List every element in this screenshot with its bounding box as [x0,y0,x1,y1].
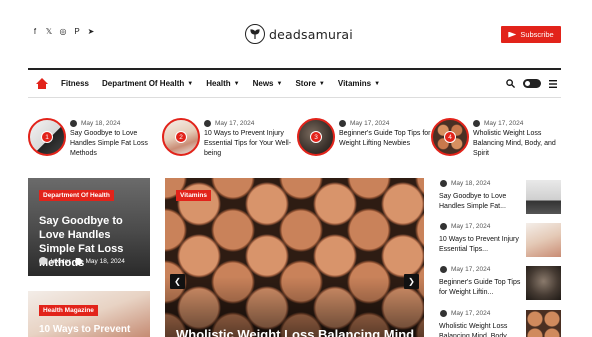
avatar [39,257,47,265]
nav-item-vitamins[interactable]: Vitamins ▼ [338,79,380,88]
ticker-number: 4 [444,131,456,143]
ticker-meta: May 18, 2024 [70,120,120,127]
ticker-number: 2 [175,131,187,143]
category-badge[interactable]: Health Magazine [39,305,98,316]
ticker-number: 1 [41,131,53,143]
ticker-title[interactable]: Beginner's Guide Top Tips for Weight Lif… [339,129,431,149]
menu-icon[interactable] [549,79,557,88]
dark-mode-toggle[interactable] [523,79,541,88]
clock-icon [440,266,447,273]
clock-icon [440,310,447,317]
post-meta: May 17, 2024 [440,310,490,317]
hero-title[interactable]: Wholistic Weight Loss Balancing Mind [176,327,424,337]
pinterest-icon[interactable]: P [73,28,81,36]
post-meta: May 18, 2024 [440,180,490,187]
chevron-down-icon: ▼ [318,80,325,87]
x-icon[interactable]: 𝕏 [45,28,53,36]
nav-item-fitness[interactable]: Fitness [61,79,89,88]
hero-slider[interactable]: Vitamins ❮ ❯ Wholistic Weight Loss Balan… [165,178,424,337]
nav-item-health[interactable]: Health ▼ [206,79,239,88]
site-logo[interactable]: deadsamurai [245,23,353,45]
ticker-number: 3 [310,131,322,143]
nav-item-news[interactable]: News ▼ [253,79,283,88]
chevron-down-icon: ▼ [276,80,283,87]
main-nav: Fitness Department Of Health ▼ Health ▼ Ne… [28,70,561,98]
ticker-title[interactable]: Wholistic Weight Loss Balancing Mind, Bo… [473,129,565,159]
ticker-item[interactable]: 3 May 17, 2024 Beginner's Guide Top Tips… [297,118,430,160]
ticker-item[interactable]: 1 May 18, 2024 Say Goodbye to Love Handl… [28,118,158,160]
category-badge[interactable]: Department Of Health [39,190,114,201]
facebook-icon[interactable]: f [31,28,39,36]
home-icon[interactable] [36,78,48,89]
featured-meta: lexutor May 18, 2024 [39,257,125,265]
ticker-item[interactable]: 2 May 17, 2024 10 Ways to Prevent Injury… [162,118,292,160]
featured-title[interactable]: 10 Ways to Prevent [39,324,130,335]
search-icon[interactable] [506,79,515,88]
post-title[interactable]: 10 Ways to Prevent Injury Essential Tips… [439,235,523,255]
list-item[interactable]: May 17, 2024 10 Ways to Prevent Injury E… [437,223,561,261]
ticker-meta: May 17, 2024 [473,120,523,127]
chevron-down-icon: ▼ [374,80,381,87]
list-item[interactable]: May 17, 2024 Wholistic Weight Loss Balan… [437,310,561,337]
post-title[interactable]: Wholistic Weight Loss Balancing Mind, Bo… [439,322,523,337]
clock-icon [70,120,77,127]
post-thumb [526,223,561,257]
post-title[interactable]: Beginner's Guide Top Tips for Weight Lif… [439,278,523,298]
subscribe-button[interactable]: Subscribe [501,26,561,43]
post-thumb [526,310,561,337]
leaf-logo-icon [245,24,265,44]
post-meta: May 17, 2024 [440,266,490,273]
play-icon [508,31,517,38]
clock-icon [74,257,82,265]
subscribe-label: Subscribe [520,30,554,39]
prev-arrow-icon[interactable]: ❮ [170,274,185,289]
category-badge[interactable]: Vitamins [176,190,211,201]
post-date: May 18, 2024 [85,257,125,265]
chevron-down-icon: ▼ [187,80,194,87]
ticker-meta: May 17, 2024 [204,120,254,127]
nav-item-department-of-health[interactable]: Department Of Health ▼ [102,79,193,88]
featured-card[interactable]: Health Magazine 10 Ways to Prevent [28,291,150,337]
post-thumb [526,180,561,214]
clock-icon [204,120,211,127]
ticker-meta: May 17, 2024 [339,120,389,127]
post-meta: May 17, 2024 [440,223,490,230]
clock-icon [440,223,447,230]
author-name[interactable]: lexutor [51,258,71,265]
clock-icon [339,120,346,127]
list-item[interactable]: May 18, 2024 Say Goodbye to Love Handles… [437,180,561,218]
ticker-title[interactable]: Say Goodbye to Love Handles Simple Fat L… [70,129,162,159]
post-thumb [526,266,561,300]
nav-item-store[interactable]: Store ▼ [295,79,324,88]
next-arrow-icon[interactable]: ❯ [404,274,419,289]
instagram-icon[interactable]: ◎ [59,28,67,36]
ticker-title[interactable]: 10 Ways to Prevent Injury Essential Tips… [204,129,296,159]
featured-card[interactable]: Department Of Health Say Goodbye to Love… [28,178,150,276]
ticker-item[interactable]: 4 May 17, 2024 Wholistic Weight Loss Bal… [431,118,561,160]
chevron-down-icon: ▼ [233,80,240,87]
clock-icon [473,120,480,127]
post-title[interactable]: Say Goodbye to Love Handles Simple Fat..… [439,192,523,212]
clock-icon [440,180,447,187]
logo-text: deadsamurai [269,26,353,42]
telegram-icon[interactable]: ➤ [87,28,95,36]
list-item[interactable]: May 17, 2024 Beginner's Guide Top Tips f… [437,266,561,304]
